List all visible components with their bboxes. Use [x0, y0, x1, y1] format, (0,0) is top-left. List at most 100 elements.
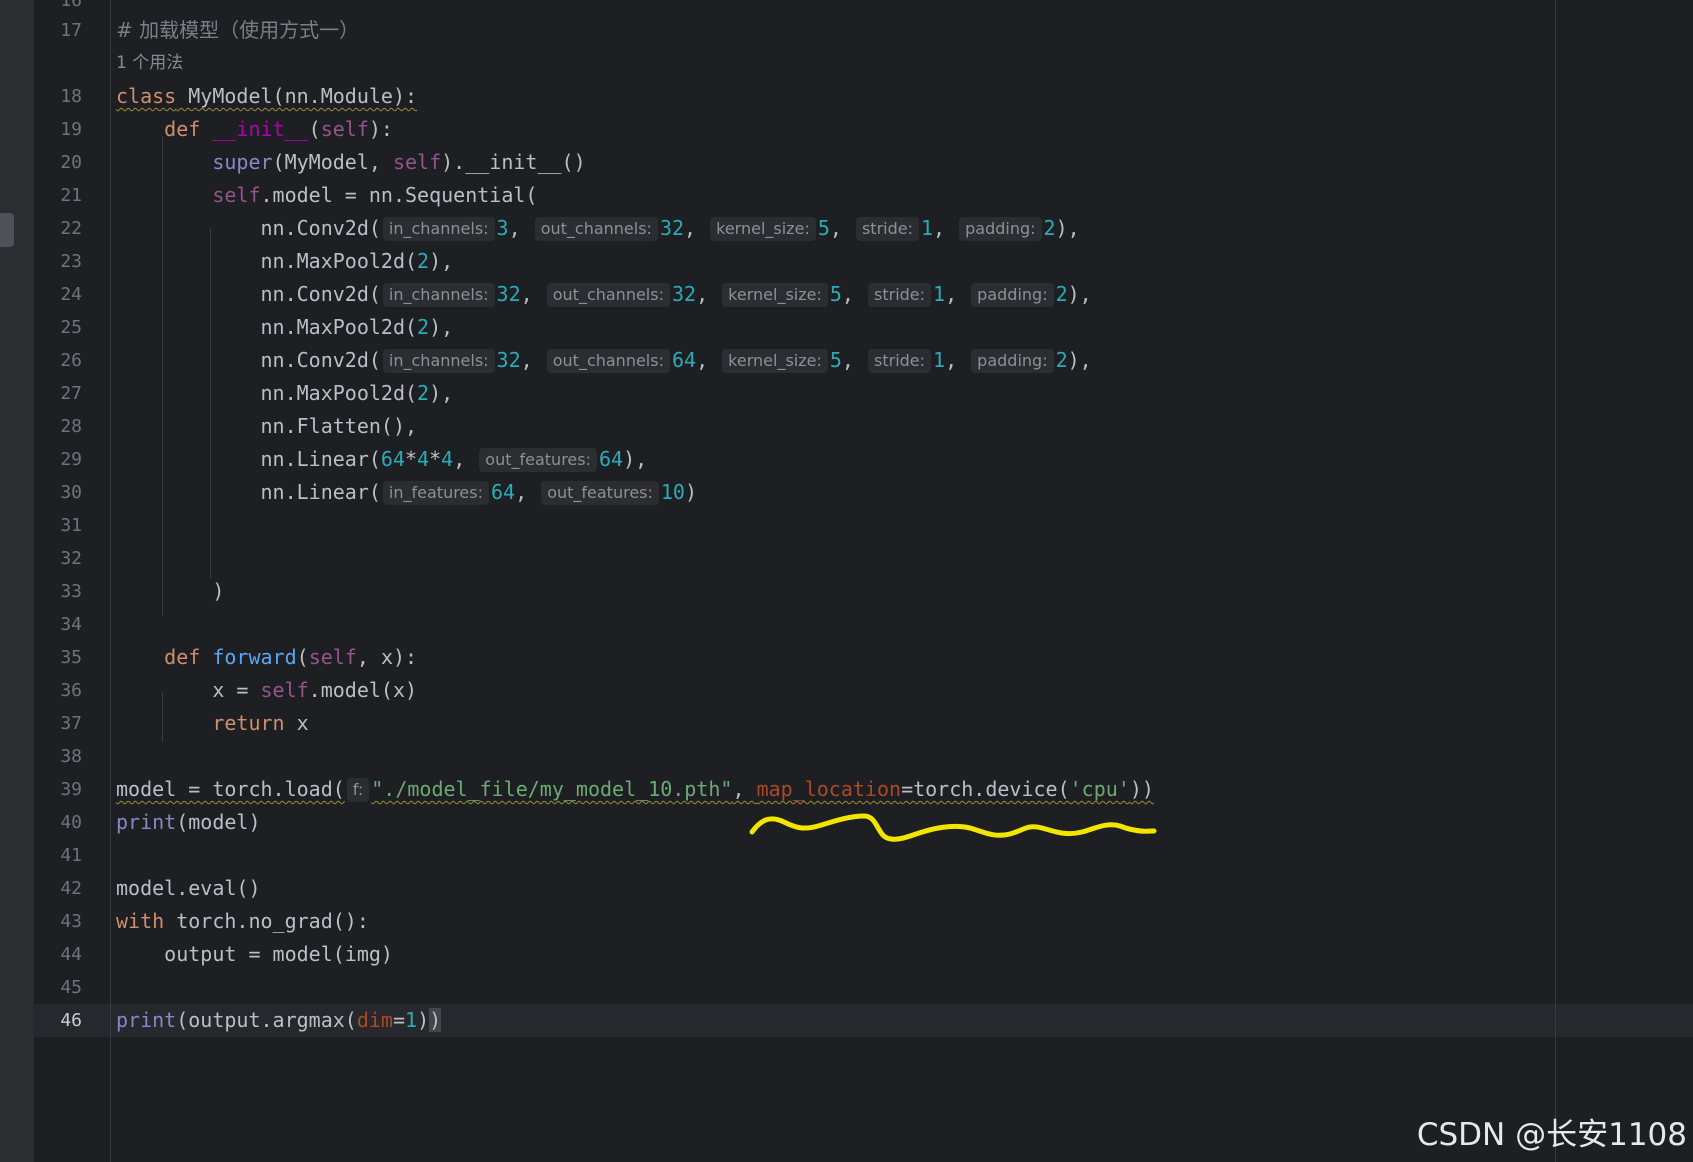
line-number: 19 — [60, 119, 82, 140]
number-literal: 4 — [417, 447, 430, 471]
code-text: nn.MaxPool2d( — [260, 315, 418, 339]
line-number: 40 — [60, 812, 82, 833]
number-literal: 64 — [671, 348, 697, 372]
code-line[interactable]: def forward(self, x): — [116, 641, 417, 674]
builtin: print — [116, 810, 177, 834]
parameter-hint: padding: — [959, 217, 1042, 241]
string-literal: 'cpu' — [1069, 777, 1130, 801]
builtin: print — [116, 1008, 177, 1032]
line-number: 31 — [60, 515, 82, 536]
number-literal: 4 — [441, 447, 454, 471]
line-number: 21 — [60, 185, 82, 206]
code-line[interactable]: nn.Flatten(), — [116, 410, 418, 443]
line-number-current: 46 — [60, 1010, 82, 1031]
code-line[interactable]: return x — [116, 707, 309, 740]
line-number: 37 — [60, 713, 82, 734]
code-line[interactable]: class MyModel(nn.Module): — [116, 80, 417, 113]
number-literal: 32 — [496, 282, 521, 306]
line-number: 44 — [60, 944, 82, 965]
code-text: nn.Flatten(), — [260, 414, 418, 438]
parameter-hint: out_channels: — [546, 283, 670, 307]
code-text: .model = nn.Sequential( — [260, 183, 538, 207]
line-number: 33 — [60, 581, 82, 602]
line-number: 32 — [60, 548, 82, 569]
code-text: ) — [417, 1008, 430, 1032]
code-line[interactable]: model.eval() — [116, 872, 261, 905]
self-keyword: self — [392, 150, 442, 174]
comment: # 加载模型（使用方式一） — [116, 18, 360, 42]
code-text: =torch.device( — [901, 777, 1070, 801]
number-literal: 2 — [1055, 282, 1068, 306]
code-line[interactable]: nn.MaxPool2d(2), — [116, 377, 454, 410]
code-text: nn.MaxPool2d( — [260, 381, 418, 405]
keyword: return — [212, 711, 285, 735]
code-line[interactable]: with torch.no_grad(): — [116, 905, 369, 938]
number-literal: 2 — [1043, 216, 1056, 240]
code-text: nn.Linear( — [260, 480, 381, 504]
code-text: x — [284, 711, 309, 735]
code-text: , x): — [356, 645, 418, 669]
code-line[interactable]: print(model) — [116, 806, 261, 839]
line-number: 26 — [60, 350, 82, 371]
number-literal: 5 — [829, 348, 842, 372]
code-line[interactable]: x = self.model(x) — [116, 674, 417, 707]
code-line[interactable]: nn.Linear(in_features: 64, out_features: 1… — [116, 476, 697, 509]
code-text: ).__init__() — [441, 150, 586, 174]
code-line[interactable]: nn.MaxPool2d(2), — [116, 311, 454, 344]
parameter-hint: out_channels: — [534, 217, 658, 241]
usage-hint[interactable]: 1 个用法 — [116, 47, 183, 80]
code-line[interactable]: nn.Conv2d(in_channels: 32, out_channels: 3… — [116, 278, 1092, 311]
code-line[interactable]: super(MyModel, self).__init__() — [116, 146, 586, 179]
line-number: 24 — [60, 284, 82, 305]
self-keyword: self — [212, 183, 261, 207]
code-text: (MyModel, — [272, 150, 393, 174]
self-keyword: self — [260, 678, 309, 702]
parameter-hint: padding: — [971, 283, 1054, 307]
code-editor[interactable]: 16 17 18 19 20 21 22 23 24 25 26 27 28 2… — [0, 0, 1693, 1162]
code-line[interactable]: output = model(img) — [116, 938, 393, 971]
code-text: ) — [212, 579, 225, 603]
number-literal: 3 — [496, 216, 509, 240]
code-line[interactable]: nn.Linear(64*4*4, out_features: 64), — [116, 443, 647, 476]
code-line[interactable]: model = torch.load(f: "./model_file/my_mo… — [116, 773, 1154, 806]
line-number: 35 — [60, 647, 82, 668]
line-number: 42 — [60, 878, 82, 899]
line-number: 17 — [60, 20, 82, 41]
line-number: 36 — [60, 680, 82, 701]
number-literal: 64 — [491, 480, 516, 504]
code-line[interactable]: nn.Conv2d(in_channels: 3, out_channels: 32… — [116, 212, 1080, 245]
code-text: nn.Conv2d( — [260, 348, 381, 372]
code-line[interactable]: nn.MaxPool2d(2), — [116, 245, 454, 278]
code-text: x = — [212, 678, 261, 702]
named-argument: dim — [356, 1008, 393, 1032]
line-number: 28 — [60, 416, 82, 437]
code-line[interactable]: nn.Conv2d(in_channels: 32, out_channels: 6… — [116, 344, 1092, 377]
number-literal: 5 — [817, 216, 830, 240]
matched-bracket: ) — [429, 1008, 442, 1032]
code-text: output = model(img) — [164, 942, 393, 966]
code-text: ), — [429, 249, 454, 273]
code-line[interactable]: def __init__(self): — [116, 113, 393, 146]
line-number: 29 — [60, 449, 82, 470]
line-number: 18 — [60, 86, 82, 107]
line-number: 39 — [60, 779, 82, 800]
number-literal: 1 — [933, 348, 946, 372]
code-line[interactable]: # 加载模型（使用方式一） — [116, 14, 359, 47]
code-line[interactable]: self.model = nn.Sequential( — [116, 179, 537, 212]
named-argument: map_location — [756, 777, 902, 801]
scroll-marker[interactable] — [0, 213, 14, 247]
line-number: 30 — [60, 482, 82, 503]
code-text: torch.no_grad(): — [164, 909, 369, 933]
code-line[interactable]: ) — [116, 575, 224, 608]
parameter-hint: in_channels: — [382, 283, 495, 307]
number-literal: 32 — [671, 282, 697, 306]
code-line-current[interactable]: print(output.argmax(dim=1)) — [116, 1004, 442, 1037]
code-text: (output.argmax( — [176, 1008, 357, 1032]
code-text: model.eval() — [116, 876, 261, 900]
line-number: 41 — [60, 845, 82, 866]
yellow-squiggle-annotation — [749, 813, 1157, 842]
code-text: nn.Conv2d( — [260, 282, 381, 306]
code-text: .model(x) — [308, 678, 418, 702]
parameter-hint: out_features: — [479, 448, 597, 472]
parameter-hint: stride: — [855, 217, 919, 241]
